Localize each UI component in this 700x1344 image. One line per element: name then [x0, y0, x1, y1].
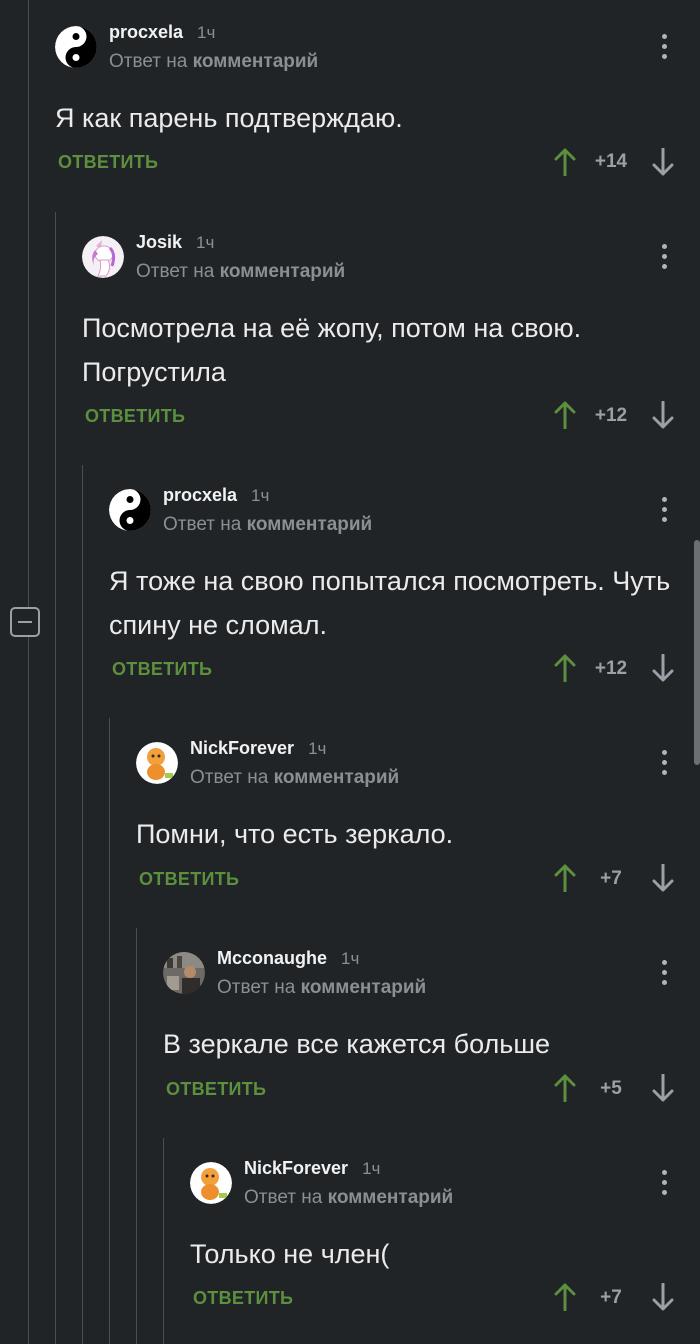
reply-to-line: Ответ на комментарий [109, 51, 318, 73]
arrow-up-icon[interactable] [554, 148, 576, 177]
yin-yang-avatar[interactable] [109, 489, 151, 531]
arrow-up-icon[interactable] [554, 1283, 576, 1312]
comment-author[interactable]: NickForever 1ч [190, 738, 326, 759]
comment-author[interactable]: Mcconaughe 1ч [217, 948, 359, 969]
comment-text: Я тоже на свою попытался посмотреть. Чут… [109, 566, 671, 640]
reply-button[interactable]: ОТВЕТИТЬ [193, 1288, 293, 1309]
comment-time: 1ч [197, 23, 216, 42]
comment-author[interactable]: procxela 1ч [109, 22, 215, 43]
comment-score: +7 [600, 868, 622, 889]
more-vertical-icon[interactable] [662, 1170, 668, 1196]
comment: NickForever 1ч Ответ на комментарий Помни… [136, 716, 700, 924]
comment-score: +5 [600, 1078, 622, 1099]
comment-score: +12 [594, 405, 628, 426]
reply-to-link[interactable]: комментарий [274, 767, 400, 788]
collapse-thread-button[interactable] [10, 607, 40, 637]
reply-to-prefix: Ответ на [109, 51, 188, 72]
reply-button[interactable]: ОТВЕТИТЬ [139, 869, 239, 890]
thread-line [163, 1138, 164, 1344]
more-vertical-icon[interactable] [662, 34, 668, 60]
comment-text: Я как парень подтверждаю. [55, 103, 403, 133]
comment-text: В зеркале все кажется больше [163, 1029, 551, 1059]
scrollbar[interactable] [694, 540, 700, 765]
arrow-up-icon[interactable] [554, 1074, 576, 1103]
comment-text: Посмотрела на её жопу, потом на свою. По… [82, 313, 582, 387]
arrow-up-icon[interactable] [554, 654, 576, 683]
comment-text: Помни, что есть зеркало. [136, 819, 454, 849]
reply-to-line: Ответ на комментарий [217, 977, 426, 999]
arrow-down-icon[interactable] [652, 863, 674, 892]
reply-to-link[interactable]: комментарий [220, 261, 346, 282]
reply-button[interactable]: ОТВЕТИТЬ [58, 152, 158, 173]
orange-doll-avatar[interactable] [190, 1162, 232, 1204]
comment-time: 1ч [251, 486, 270, 505]
comment: Josik 1ч Ответ на комментарий Посмотрела … [82, 210, 700, 462]
unicorn-avatar[interactable] [82, 236, 124, 278]
username[interactable]: NickForever [244, 1158, 348, 1178]
comment-time: 1ч [196, 233, 215, 252]
arrow-up-icon[interactable] [554, 401, 576, 430]
yin-yang-avatar[interactable] [55, 26, 97, 68]
reply-to-line: Ответ на комментарий [163, 514, 372, 536]
username[interactable]: Josik [136, 232, 182, 252]
thread-line [28, 0, 29, 1344]
more-vertical-icon[interactable] [662, 244, 668, 270]
reply-button[interactable]: ОТВЕТИТЬ [112, 659, 212, 680]
reply-to-link[interactable]: комментарий [193, 51, 319, 72]
reply-to-prefix: Ответ на [244, 1187, 323, 1208]
comment-time: 1ч [308, 739, 327, 758]
comment-time: 1ч [362, 1159, 381, 1178]
comment-author[interactable]: Josik 1ч [136, 232, 214, 253]
arrow-down-icon[interactable] [652, 1282, 674, 1311]
reply-button[interactable]: ОТВЕТИТЬ [85, 406, 185, 427]
arrow-down-icon[interactable] [652, 147, 674, 176]
comment-author[interactable]: procxela 1ч [163, 485, 269, 506]
comment: NickForever 1ч Ответ на комментарий Тольк… [190, 1136, 700, 1344]
username[interactable]: Mcconaughe [217, 948, 327, 968]
photo-avatar[interactable] [163, 952, 205, 994]
more-vertical-icon[interactable] [662, 497, 668, 523]
reply-to-line: Ответ на комментарий [136, 261, 345, 283]
orange-doll-avatar[interactable] [136, 742, 178, 784]
reply-to-link[interactable]: комментарий [301, 977, 427, 998]
arrow-up-icon[interactable] [554, 864, 576, 893]
comment-text: Только не член( [190, 1239, 390, 1269]
reply-to-link[interactable]: комментарий [247, 514, 373, 535]
reply-to-prefix: Ответ на [136, 261, 215, 282]
thread-line [82, 465, 83, 1344]
comment-time: 1ч [341, 949, 360, 968]
more-vertical-icon[interactable] [662, 960, 668, 986]
comment: procxela 1ч Ответ на комментарий Я тоже н… [109, 463, 700, 715]
arrow-down-icon[interactable] [652, 1073, 674, 1102]
more-vertical-icon[interactable] [662, 750, 668, 776]
comment: procxela 1ч Ответ на комментарий Я как па… [55, 0, 700, 206]
reply-button[interactable]: ОТВЕТИТЬ [166, 1079, 266, 1100]
comment-score: +12 [594, 658, 628, 679]
reply-to-prefix: Ответ на [190, 767, 269, 788]
reply-to-prefix: Ответ на [217, 977, 296, 998]
comment-score: +14 [594, 151, 628, 172]
thread-line [55, 212, 56, 1344]
comment: Mcconaughe 1ч Ответ на комментарий В зерк… [163, 926, 700, 1134]
comment-author[interactable]: NickForever 1ч [244, 1158, 380, 1179]
username[interactable]: NickForever [190, 738, 294, 758]
arrow-down-icon[interactable] [652, 653, 674, 682]
reply-to-line: Ответ на комментарий [190, 767, 399, 789]
reply-to-link[interactable]: комментарий [328, 1187, 454, 1208]
reply-to-prefix: Ответ на [163, 514, 242, 535]
arrow-down-icon[interactable] [652, 400, 674, 429]
thread-line [136, 928, 137, 1344]
username[interactable]: procxela [163, 485, 237, 505]
comment-score: +7 [600, 1287, 622, 1308]
username[interactable]: procxela [109, 22, 183, 42]
thread-line [109, 718, 110, 1344]
reply-to-line: Ответ на комментарий [244, 1187, 453, 1209]
